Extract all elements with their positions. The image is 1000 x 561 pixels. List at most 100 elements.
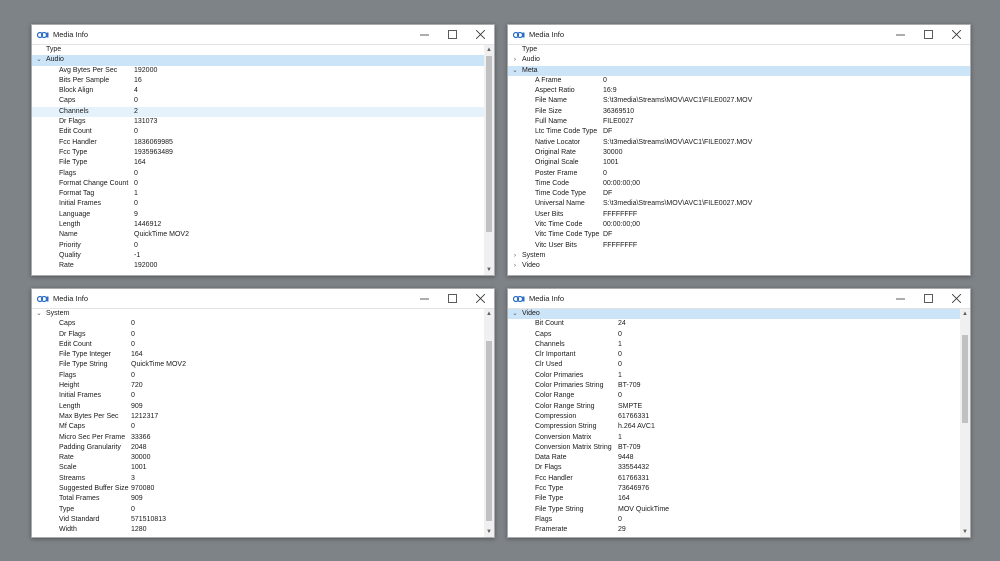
close-button[interactable] [466, 25, 494, 44]
property-row[interactable]: Language 9 [32, 210, 484, 220]
property-row[interactable]: File Type 164 [32, 158, 484, 168]
chevron-down-icon[interactable]: ⌄ [511, 66, 519, 76]
property-row[interactable]: Width 1280 [32, 525, 484, 535]
property-row[interactable]: Dr Flags 33554432 [508, 463, 960, 473]
chevron-down-icon[interactable]: ⌄ [35, 55, 43, 65]
property-row[interactable]: Scale 1001 [32, 463, 484, 473]
property-row[interactable]: Full Name FILE0027 [508, 117, 970, 127]
property-row[interactable]: Caps 0 [32, 319, 484, 329]
property-row[interactable]: Color Range String SMPTE [508, 402, 960, 412]
property-row[interactable]: Flags 0 [32, 169, 484, 179]
property-tree[interactable]: ⌄ Video Bit Count 24 Caps 0 Channels 1 Clr Impor… [508, 309, 960, 537]
scroll-thumb[interactable] [486, 56, 492, 232]
property-row[interactable]: Suggested Buffer Size 970080 [32, 484, 484, 494]
property-row[interactable]: Initial Frames 0 [32, 199, 484, 209]
chevron-right-icon[interactable]: › [511, 251, 519, 261]
property-tree[interactable]: ⌄ System Caps 0 Dr Flags 0 Edit Count 0 File Typ… [32, 309, 484, 537]
property-row[interactable]: Vid Standard 571510813 [32, 515, 484, 525]
property-row[interactable]: Bit Count 24 [508, 319, 960, 329]
property-row[interactable]: Type 0 [32, 505, 484, 515]
minimize-button[interactable] [410, 25, 438, 44]
property-row[interactable]: Dr Flags 131073 [32, 117, 484, 127]
scroll-thumb[interactable] [486, 341, 492, 521]
property-row[interactable]: Edit Count 0 [32, 340, 484, 350]
property-row[interactable]: Max Bytes Per Sec 1212317 [32, 412, 484, 422]
property-row[interactable]: Color Primaries 1 [508, 371, 960, 381]
property-row[interactable]: Conversion Matrix String BT-709 [508, 443, 960, 453]
property-tree[interactable]: Type › Audio ⌄ Meta A Frame 0 Aspect Ratio 16:9 F… [508, 45, 970, 275]
scroll-down-arrow-icon[interactable]: ▼ [960, 527, 970, 537]
property-row[interactable]: Framerate 29 [508, 525, 960, 535]
property-row[interactable]: Aspect Ratio 16:9 [508, 86, 970, 96]
scroll-down-arrow-icon[interactable]: ▼ [484, 265, 494, 275]
property-row[interactable]: Data Rate 9448 [508, 453, 960, 463]
property-row[interactable]: Caps 0 [508, 330, 960, 340]
property-tree[interactable]: Type ⌄ Audio Avg Bytes Per Sec 192000 Bits Pe… [32, 45, 484, 275]
minimize-button[interactable] [886, 289, 914, 308]
tree-group-system[interactable]: ⌄ System [32, 309, 484, 319]
close-button[interactable] [942, 25, 970, 44]
property-row[interactable]: File Size 36369510 [508, 107, 970, 117]
maximize-button[interactable] [438, 289, 466, 308]
tree-group-video[interactable]: › Video [508, 261, 970, 271]
property-row[interactable]: Universal Name S:\t3media\Streams\MOV\AVC… [508, 199, 970, 209]
scroll-thumb[interactable] [962, 335, 968, 423]
property-row[interactable]: Ltc Time Code Type DF [508, 127, 970, 137]
property-row[interactable]: Vitc User Bits FFFFFFFF [508, 241, 970, 251]
property-row[interactable]: Block Align 4 [32, 86, 484, 96]
property-row[interactable]: Vitc Time Code 00:00:00;00 [508, 220, 970, 230]
property-row[interactable]: Edit Count 0 [32, 127, 484, 137]
title-bar[interactable]: Media Info [32, 25, 494, 45]
property-row[interactable]: Rate 30000 [32, 453, 484, 463]
property-row[interactable]: Bits Per Sample 16 [32, 76, 484, 86]
property-row[interactable]: Color Range 0 [508, 391, 960, 401]
property-row[interactable]: Length 909 [32, 402, 484, 412]
property-row[interactable]: Fcc Handler 1836069985 [32, 138, 484, 148]
minimize-button[interactable] [886, 25, 914, 44]
property-row[interactable]: Initial Frames 0 [32, 391, 484, 401]
property-row[interactable]: Fcc Type 1935963489 [32, 148, 484, 158]
property-row[interactable]: Total Frames 909 [32, 494, 484, 504]
scroll-up-arrow-icon[interactable]: ▲ [960, 309, 970, 319]
maximize-button[interactable] [438, 25, 466, 44]
property-row[interactable]: Original Rate 30000 [508, 148, 970, 158]
property-row[interactable]: Micro Sec Per Frame 33366 [32, 433, 484, 443]
close-button[interactable] [466, 289, 494, 308]
property-row[interactable]: Caps 0 [32, 96, 484, 106]
minimize-button[interactable] [410, 289, 438, 308]
chevron-down-icon[interactable]: ⌄ [35, 309, 43, 319]
property-row[interactable]: Channels 2 [32, 106, 484, 118]
property-row[interactable]: Native Locator S:\t3media\Streams\MOV\AVC… [508, 138, 970, 148]
property-row[interactable]: Dr Flags 0 [32, 330, 484, 340]
tree-group-video[interactable]: ⌄ Video [508, 309, 960, 320]
property-row[interactable]: Priority 0 [32, 241, 484, 251]
property-row[interactable]: Quality -1 [32, 251, 484, 261]
scroll-down-arrow-icon[interactable]: ▼ [484, 527, 494, 537]
property-row[interactable]: Time Code 00:00:00;00 [508, 179, 970, 189]
property-row[interactable]: Time Code Type DF [508, 189, 970, 199]
property-row[interactable]: Poster Frame 0 [508, 169, 970, 179]
property-row[interactable]: Fcc Handler 61766331 [508, 474, 960, 484]
tree-group-audio[interactable]: ⌄ Audio [32, 55, 484, 66]
chevron-right-icon[interactable]: › [511, 55, 519, 65]
property-row[interactable]: Channels 1 [508, 340, 960, 350]
property-row[interactable]: File Type String MOV QuickTime [508, 505, 960, 515]
chevron-right-icon[interactable]: › [511, 261, 519, 271]
vertical-scrollbar[interactable]: ▲ ▼ [960, 309, 970, 537]
property-row[interactable]: File Name S:\t3media\Streams\MOV\AVC1\FIL… [508, 96, 970, 106]
maximize-button[interactable] [914, 289, 942, 308]
property-row[interactable]: Compression 61766331 [508, 412, 960, 422]
tree-group-system[interactable]: › System [508, 251, 970, 261]
tree-group-meta[interactable]: ⌄ Meta [508, 65, 970, 76]
property-row[interactable]: Color Primaries String BT-709 [508, 381, 960, 391]
tree-group-audio[interactable]: › Audio [508, 55, 970, 65]
maximize-button[interactable] [914, 25, 942, 44]
scroll-up-arrow-icon[interactable]: ▲ [484, 309, 494, 319]
property-row[interactable]: File Type 164 [508, 494, 960, 504]
property-row[interactable]: Format Change Count 0 [32, 179, 484, 189]
title-bar[interactable]: Media Info [508, 25, 970, 45]
property-row[interactable]: Vitc Time Code Type DF [508, 230, 970, 240]
property-row[interactable]: Mf Caps 0 [32, 422, 484, 432]
property-row[interactable]: Streams 3 [32, 474, 484, 484]
property-row[interactable]: Rate 192000 [32, 261, 484, 271]
